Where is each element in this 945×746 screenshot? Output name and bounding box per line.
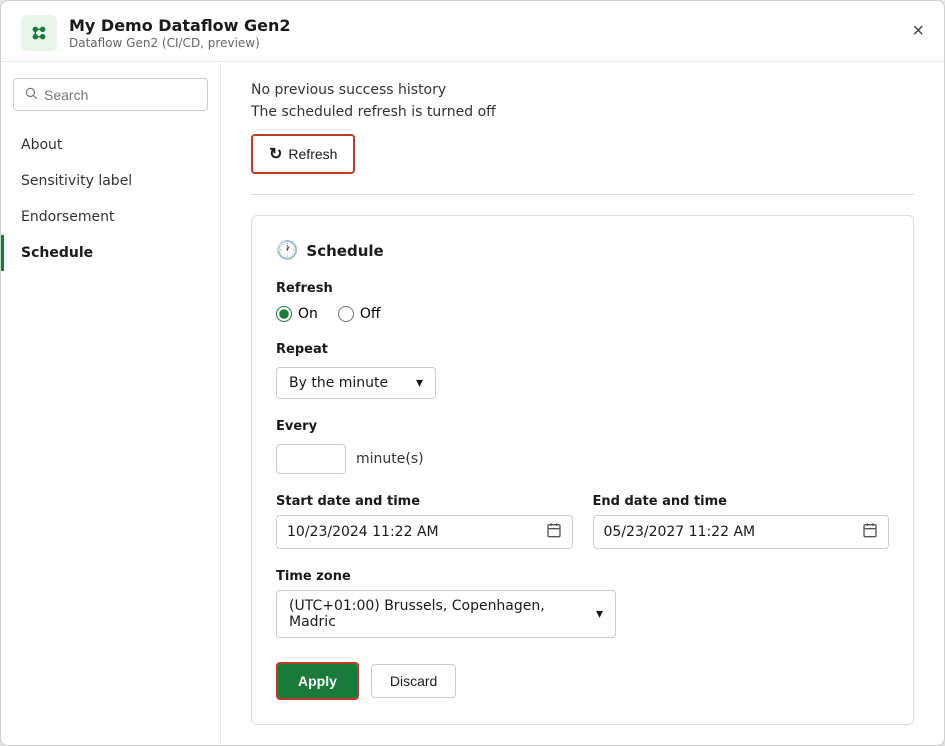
title-text: My Demo Dataflow Gen2 Dataflow Gen2 (CI/… (69, 16, 291, 50)
radio-off-option[interactable]: Off (338, 306, 381, 322)
app-icon (21, 15, 57, 51)
main-content: No previous success history The schedule… (221, 62, 944, 745)
refresh-icon: ↻ (269, 144, 282, 164)
discard-button[interactable]: Discard (371, 664, 456, 698)
radio-off-input[interactable] (338, 306, 354, 322)
timezone-label: Time zone (276, 569, 889, 584)
end-date-value: 05/23/2027 11:22 AM (604, 524, 863, 540)
every-input[interactable]: 15 (276, 444, 346, 474)
search-input[interactable] (44, 87, 197, 103)
timezone-dropdown[interactable]: (UTC+01:00) Brussels, Copenhagen, Madric… (276, 590, 616, 638)
every-row: 15 minute(s) (276, 444, 889, 474)
radio-on-input[interactable] (276, 306, 292, 322)
refresh-button-wrapper: ↻ Refresh (251, 134, 355, 174)
title-bar: My Demo Dataflow Gen2 Dataflow Gen2 (CI/… (1, 1, 944, 62)
sidebar-item-schedule[interactable]: Schedule (1, 235, 220, 271)
end-date-field: End date and time 05/23/2027 11:22 AM (593, 494, 890, 549)
no-history-text: No previous success history (251, 82, 914, 98)
refresh-button[interactable]: ↻ Refresh (253, 136, 353, 172)
timezone-section: Time zone (UTC+01:00) Brussels, Copenhag… (276, 569, 889, 638)
search-icon (24, 85, 38, 104)
window-subtitle: Dataflow Gen2 (CI/CD, preview) (69, 36, 291, 50)
every-unit: minute(s) (356, 451, 424, 467)
main-window: My Demo Dataflow Gen2 Dataflow Gen2 (CI/… (0, 0, 945, 746)
start-date-label: Start date and time (276, 494, 573, 509)
search-box[interactable] (13, 78, 208, 111)
end-date-label: End date and time (593, 494, 890, 509)
every-label: Every (276, 419, 889, 434)
timezone-chevron-icon: ▾ (596, 606, 603, 622)
repeat-section: Repeat By the minute ▾ (276, 342, 889, 399)
clock-icon: 🕐 (276, 240, 298, 261)
every-section: Every 15 minute(s) (276, 419, 889, 474)
schedule-header: 🕐 Schedule (276, 240, 889, 261)
apply-button-wrapper: Apply (276, 662, 359, 700)
start-date-calendar-icon[interactable] (546, 522, 562, 542)
refresh-label: Refresh (276, 281, 889, 296)
chevron-down-icon: ▾ (416, 375, 423, 391)
apply-button[interactable]: Apply (278, 664, 357, 698)
radio-on-option[interactable]: On (276, 306, 318, 322)
repeat-dropdown[interactable]: By the minute ▾ (276, 367, 436, 399)
refresh-radio-group: On Off (276, 306, 889, 322)
schedule-card: 🕐 Schedule Refresh On Off (251, 215, 914, 725)
sidebar-item-about[interactable]: About (1, 127, 220, 163)
scheduled-off-text: The scheduled refresh is turned off (251, 104, 914, 120)
action-row: Apply Discard (276, 662, 889, 700)
close-button[interactable]: × (908, 17, 928, 45)
sidebar: About Sensitivity label Endorsement Sche… (1, 62, 221, 745)
end-date-calendar-icon[interactable] (862, 522, 878, 542)
divider (251, 194, 914, 195)
sidebar-item-sensitivity-label[interactable]: Sensitivity label (1, 163, 220, 199)
start-date-value: 10/23/2024 11:22 AM (287, 524, 546, 540)
repeat-label: Repeat (276, 342, 889, 357)
sidebar-item-endorsement[interactable]: Endorsement (1, 199, 220, 235)
date-row: Start date and time 10/23/2024 11:22 AM (276, 494, 889, 549)
end-date-input-wrapper[interactable]: 05/23/2027 11:22 AM (593, 515, 890, 549)
start-date-field: Start date and time 10/23/2024 11:22 AM (276, 494, 573, 549)
start-date-input-wrapper[interactable]: 10/23/2024 11:22 AM (276, 515, 573, 549)
window-title: My Demo Dataflow Gen2 (69, 16, 291, 35)
body: About Sensitivity label Endorsement Sche… (1, 62, 944, 745)
